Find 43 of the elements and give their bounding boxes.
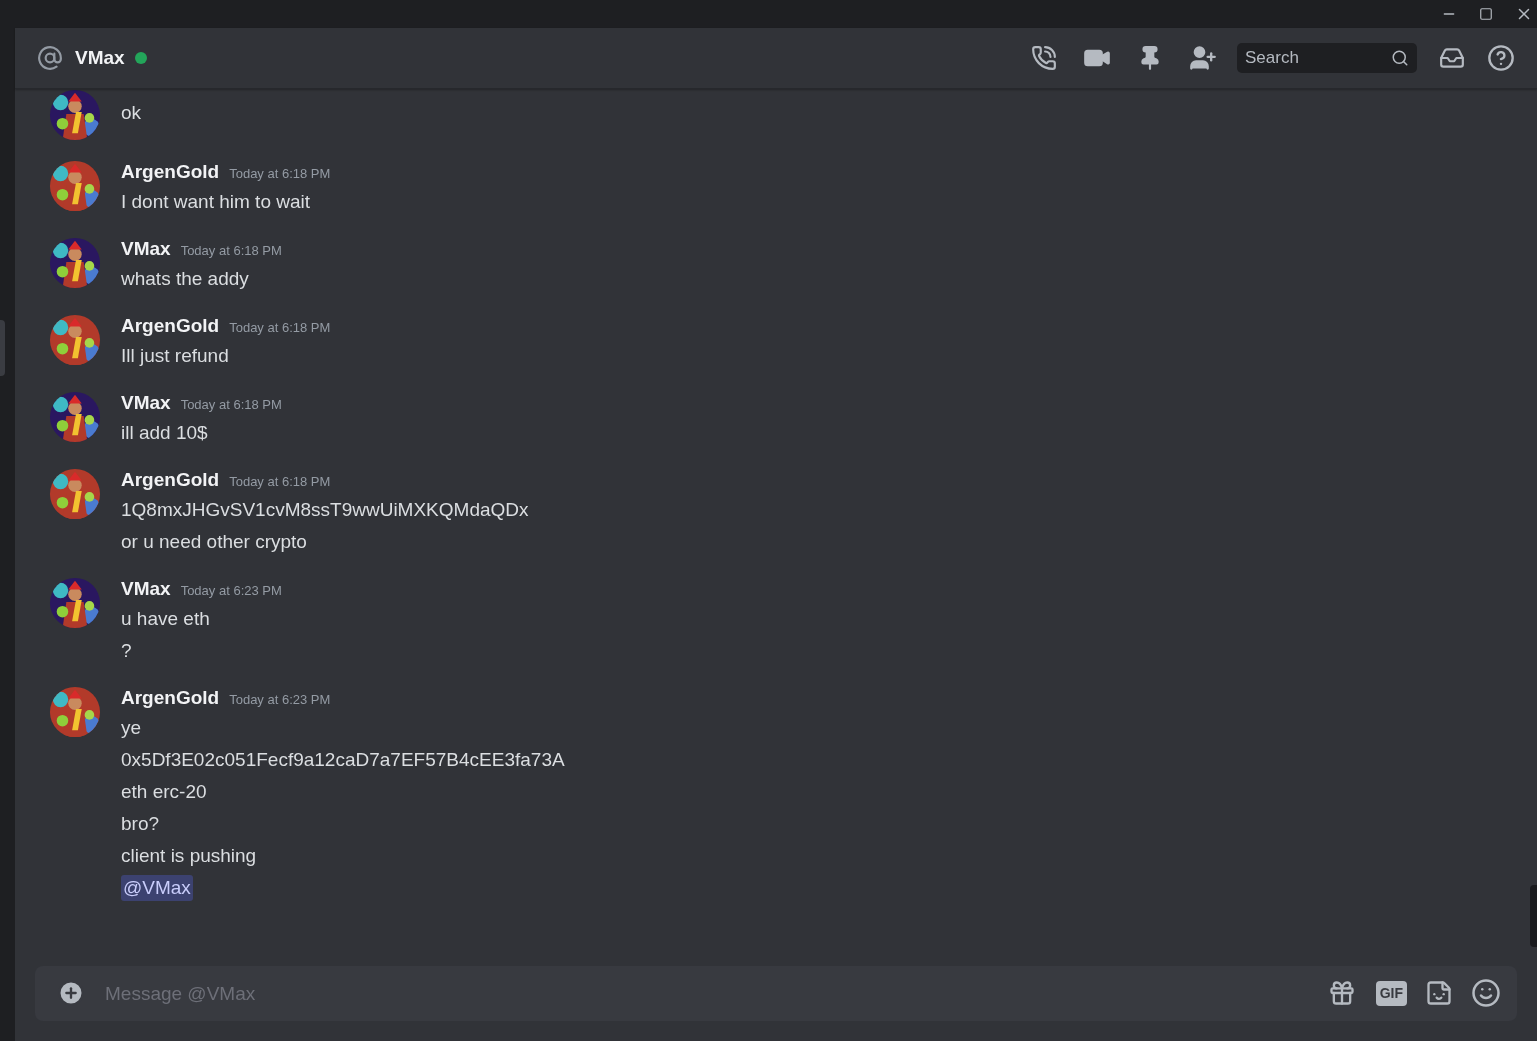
username[interactable]: ArgenGold bbox=[121, 158, 220, 187]
inbox-icon[interactable] bbox=[1439, 45, 1465, 71]
add-user-icon[interactable] bbox=[1189, 44, 1217, 72]
username[interactable]: ArgenGold bbox=[121, 312, 220, 341]
sticker-icon[interactable] bbox=[1425, 979, 1453, 1007]
message-text: 1Q8mxJHGvSV1cvM8ssT9wwUiMXKQMdaQDx bbox=[121, 497, 529, 522]
gift-icon[interactable] bbox=[1327, 979, 1356, 1007]
timestamp: Today at 6:18 PM bbox=[180, 242, 282, 260]
message-text: I dont want him to wait bbox=[121, 189, 311, 214]
message-text: u have eth bbox=[121, 606, 210, 631]
username[interactable]: ArgenGold bbox=[121, 466, 220, 495]
channel-name: VMax bbox=[75, 45, 125, 70]
message-text: 0x5Df3E02c051Fecf9a12caD7a7EF57B4cEE3fa73A bbox=[121, 747, 565, 772]
phone-call-icon[interactable] bbox=[1031, 45, 1057, 71]
message-text: bro? bbox=[121, 811, 160, 836]
at-sign-icon bbox=[37, 45, 63, 71]
maximize-icon[interactable] bbox=[1479, 7, 1493, 21]
message-text: ill add 10$ bbox=[121, 420, 208, 445]
timestamp: Today at 6:23 PM bbox=[180, 582, 282, 600]
timestamp: Today at 6:18 PM bbox=[180, 396, 282, 414]
user-mention[interactable]: @VMax bbox=[121, 875, 193, 901]
message-text: whats the addy bbox=[121, 266, 249, 291]
message-text: eth erc-20 bbox=[121, 779, 207, 804]
timestamp: Today at 6:23 PM bbox=[229, 691, 331, 709]
search-field[interactable]: Search bbox=[1237, 43, 1417, 73]
username[interactable]: VMax bbox=[121, 389, 171, 418]
username[interactable]: VMax bbox=[121, 235, 171, 264]
smiley-icon[interactable] bbox=[1471, 978, 1501, 1008]
message-text: ok bbox=[121, 100, 142, 125]
message-text: client is pushing bbox=[121, 843, 257, 868]
scrollbar-thumb bbox=[1530, 885, 1537, 947]
message-text: or u need other crypto bbox=[121, 529, 307, 554]
scroll-indicator bbox=[0, 320, 5, 376]
message-text: ? bbox=[121, 638, 132, 663]
username[interactable]: ArgenGold bbox=[121, 684, 220, 713]
timestamp: Today at 6:18 PM bbox=[229, 319, 331, 337]
username[interactable]: VMax bbox=[121, 575, 171, 604]
timestamp: Today at 6:18 PM bbox=[229, 473, 331, 491]
help-icon[interactable] bbox=[1487, 44, 1515, 72]
timestamp: Today at 6:18 PM bbox=[229, 165, 331, 183]
message-text: ye bbox=[121, 715, 142, 740]
message-text: Ill just refund bbox=[121, 343, 229, 368]
search-icon bbox=[1391, 49, 1409, 67]
